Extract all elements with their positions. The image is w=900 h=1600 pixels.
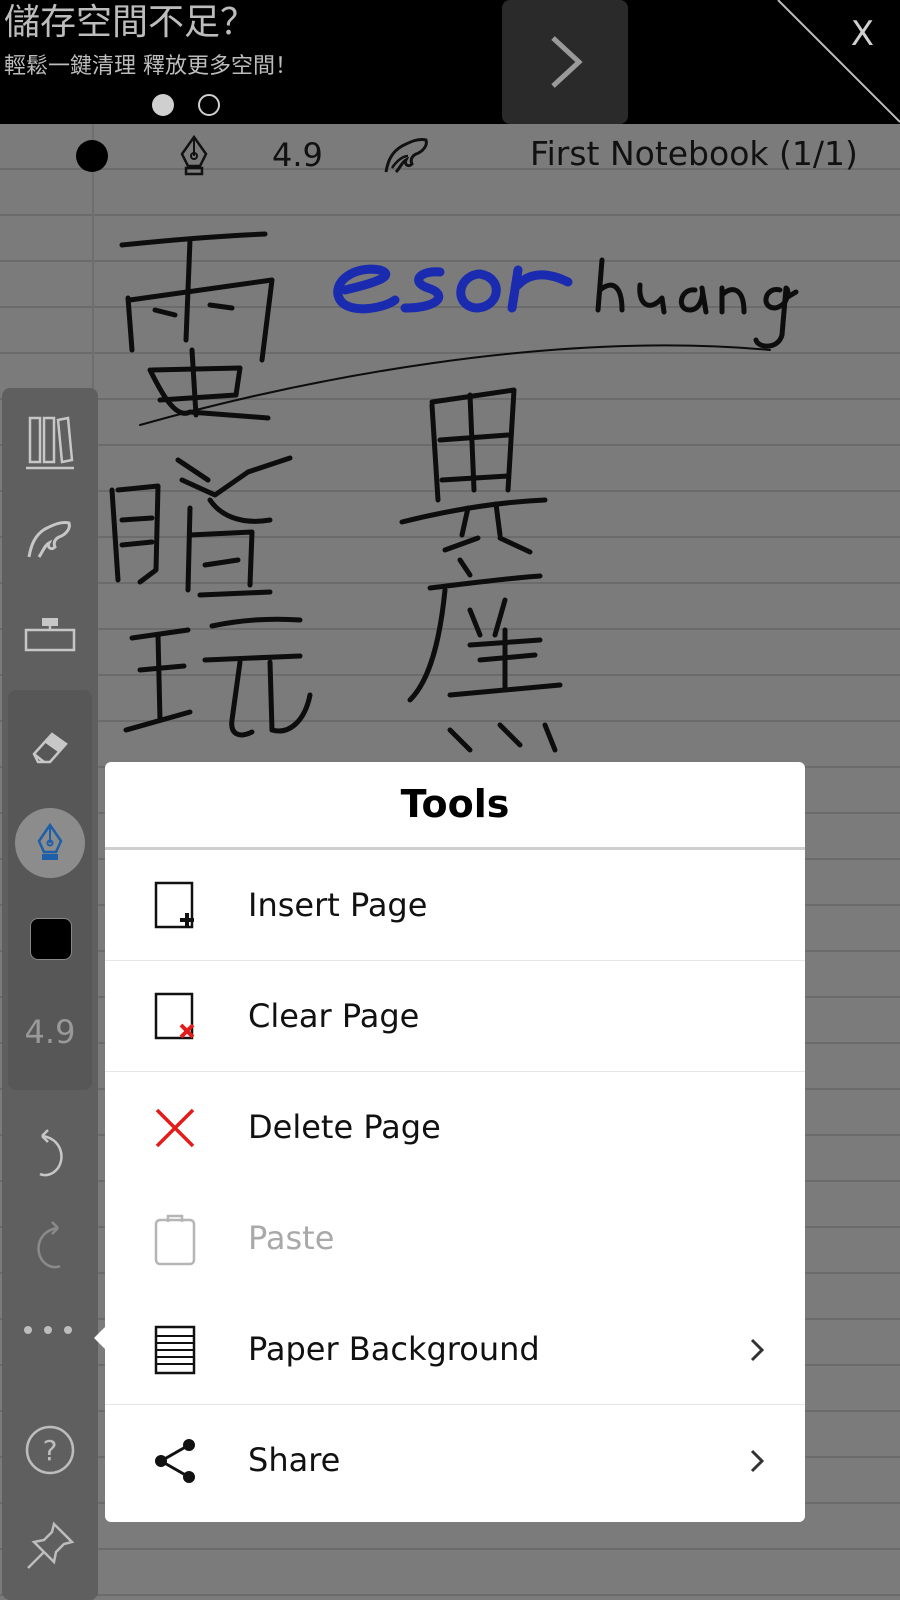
close-icon: X xyxy=(850,14,874,54)
color-dot-icon[interactable] xyxy=(76,140,108,172)
menu-item-insert-page[interactable]: Insert Page xyxy=(105,850,805,961)
redo-icon xyxy=(37,1221,61,1269)
menu-item-label: Insert Page xyxy=(248,886,428,924)
redo-button[interactable] xyxy=(0,1220,100,1272)
chevron-right-icon xyxy=(749,1405,765,1516)
notebook-title: First Notebook (1/1) xyxy=(530,134,858,173)
eraser-icon xyxy=(32,732,68,764)
paste-icon xyxy=(153,1183,197,1294)
menu-item-label: Paper Background xyxy=(248,1330,540,1368)
dialog-title: Tools xyxy=(105,762,805,850)
menu-item-label: Share xyxy=(248,1441,341,1479)
clear-page-icon xyxy=(153,961,197,1072)
ad-pager-dot xyxy=(198,94,220,116)
ruler-icon xyxy=(24,618,76,652)
dot-icon xyxy=(24,1326,32,1334)
ad-pager xyxy=(152,94,220,116)
eraser-button[interactable] xyxy=(0,728,100,764)
ad-next-button[interactable] xyxy=(502,0,628,124)
ad-banner[interactable]: 儲存空間不足？ 輕鬆一鍵清理 釋放更多空間！ X xyxy=(0,0,900,124)
hand-draw-icon xyxy=(27,521,71,558)
share-icon xyxy=(153,1405,197,1516)
library-icon xyxy=(26,416,74,470)
pen-color-swatch[interactable] xyxy=(30,918,72,960)
insert-page-icon xyxy=(153,850,197,961)
menu-item-clear-page[interactable]: Clear Page xyxy=(105,961,805,1072)
paper-background-icon xyxy=(153,1294,197,1405)
library-button[interactable] xyxy=(0,414,100,472)
ruler-button[interactable] xyxy=(0,614,100,654)
tools-dialog: Tools Insert Page Clear Page Delete Page… xyxy=(105,762,805,1522)
pen-size-value[interactable]: 4.9 xyxy=(272,136,323,174)
menu-item-label: Paste xyxy=(248,1219,335,1257)
hand-draw-icon[interactable] xyxy=(382,134,432,180)
menu-item-delete-page[interactable]: Delete Page xyxy=(105,1072,805,1183)
menu-item-paste: Paste xyxy=(105,1183,805,1294)
ad-subtitle: 輕鬆一鍵清理 釋放更多空間！ xyxy=(4,54,297,79)
help-button[interactable]: ? xyxy=(0,1424,100,1476)
pen-size-value-sidebar[interactable]: 4.9 xyxy=(0,1013,100,1051)
dot-icon xyxy=(64,1326,72,1334)
ad-close-button[interactable]: X xyxy=(770,0,900,124)
fountain-pen-icon[interactable] xyxy=(176,134,212,180)
undo-icon xyxy=(39,1129,63,1177)
handwriting-canvas[interactable] xyxy=(0,190,900,760)
help-icon: ? xyxy=(25,1425,75,1475)
menu-item-paper-background[interactable]: Paper Background xyxy=(105,1294,805,1405)
pin-button[interactable] xyxy=(0,1520,100,1572)
hand-mode-button[interactable] xyxy=(0,515,100,561)
chevron-right-icon xyxy=(749,1294,765,1405)
menu-item-label: Delete Page xyxy=(248,1108,441,1146)
undo-button[interactable] xyxy=(0,1128,100,1180)
ad-pager-dot-active xyxy=(152,94,174,116)
fountain-pen-icon xyxy=(37,823,63,860)
menu-item-label: Clear Page xyxy=(248,997,420,1035)
delete-page-icon xyxy=(153,1072,197,1183)
pin-icon xyxy=(27,1521,75,1569)
ad-title: 儲存空間不足？ xyxy=(4,2,257,43)
more-options-button[interactable] xyxy=(24,1326,72,1334)
diagonal-line-icon xyxy=(777,0,900,123)
pen-tool-button[interactable] xyxy=(15,808,85,878)
dot-icon xyxy=(44,1326,52,1334)
svg-text:?: ? xyxy=(43,1434,58,1467)
chevron-right-icon xyxy=(551,36,583,88)
menu-item-share[interactable]: Share xyxy=(105,1405,805,1516)
